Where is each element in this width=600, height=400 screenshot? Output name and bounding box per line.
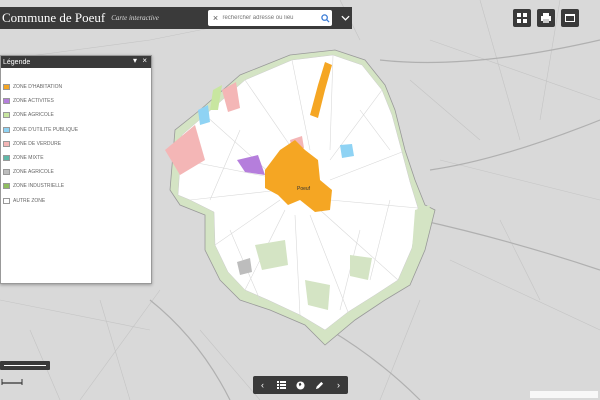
legend-swatch: [3, 169, 10, 176]
legend-item: ZONE DE VERDURE: [1, 137, 151, 151]
draw-button[interactable]: [313, 378, 327, 392]
legend-swatch: [3, 197, 10, 204]
app-title: Commune de Poeuf: [2, 10, 106, 25]
legend-list-button[interactable]: [275, 378, 289, 392]
minimize-icon[interactable]: ▾: [133, 56, 137, 65]
legend-item: ZONE D'HABITATION: [1, 80, 151, 94]
list-icon: [277, 381, 286, 389]
close-icon[interactable]: ×: [142, 56, 147, 65]
legend-swatch: [3, 112, 10, 119]
legend-item: ZONE AGRICOLE: [1, 165, 151, 179]
chevron-down-icon[interactable]: [338, 10, 352, 26]
legend-item: ZONE INDUSTRIELLE: [1, 179, 151, 193]
legend-swatch: [3, 140, 10, 147]
header-bar: Commune de Poeuf Carte interactive ×: [0, 7, 352, 29]
search-icon[interactable]: [318, 11, 332, 25]
chevron-left-icon[interactable]: ‹: [256, 378, 270, 392]
share-button[interactable]: [561, 9, 579, 27]
legend-swatch: [3, 98, 10, 105]
globe-icon: [296, 380, 305, 390]
legend-panel: Légende ▾ × ZONE D'HABITATION ZONE ACTIV…: [0, 55, 152, 284]
legend-item: ZONE ACTIVITES: [1, 94, 151, 108]
legend-layer-title: [1, 68, 151, 76]
legend-swatch: [3, 126, 10, 133]
search-clear-icon[interactable]: ×: [208, 13, 222, 23]
legend-swatch: [3, 155, 10, 162]
search-input[interactable]: [222, 15, 319, 21]
pencil-icon: [315, 381, 324, 389]
globe-button[interactable]: [294, 378, 308, 392]
chevron-right-icon[interactable]: ›: [332, 378, 346, 392]
legend-list: ZONE D'HABITATION ZONE ACTIVITES ZONE AG…: [1, 76, 151, 208]
map-attribution: [530, 391, 598, 398]
search-box: ×: [208, 10, 333, 26]
basemap-button[interactable]: [513, 9, 531, 27]
grid-icon: [517, 13, 527, 23]
legend-swatch: [3, 183, 10, 190]
scale-bar: [0, 361, 50, 385]
printer-icon: [541, 13, 551, 23]
map-place-label: Poeuf: [297, 186, 311, 192]
print-button[interactable]: [537, 9, 555, 27]
legend-item: ZONE D'UTILITE PUBLIQUE: [1, 123, 151, 137]
legend-header: Légende ▾ ×: [1, 56, 151, 68]
app-subtitle: Carte interactive: [111, 14, 159, 22]
window-icon: [565, 14, 575, 22]
legend-item: ZONE AGRICOLE: [1, 108, 151, 122]
legend-item: AUTRE ZONE: [1, 194, 151, 208]
legend-title: Légende: [3, 58, 31, 66]
legend-item: ZONE MIXTE: [1, 151, 151, 165]
legend-swatch: [3, 84, 10, 91]
bottom-toolbar: ‹ ›: [253, 376, 348, 394]
